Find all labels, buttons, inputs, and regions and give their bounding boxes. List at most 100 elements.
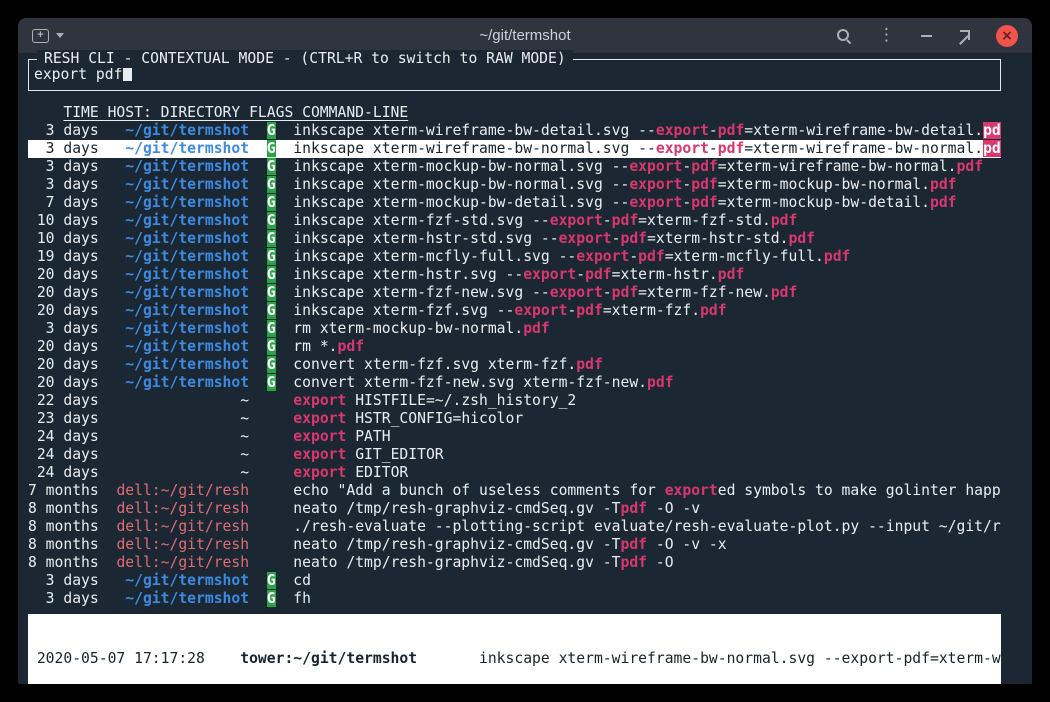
row-command-segment: inkscape xterm-fzf.svg -- bbox=[293, 302, 514, 319]
history-row[interactable]: 8 months dell:~/git/resh neato /tmp/resh… bbox=[28, 500, 1001, 518]
spacer bbox=[116, 284, 125, 301]
row-command-segment: neato /tmp/resh-graphviz-cmdSeq.gv -T bbox=[293, 554, 620, 571]
history-row[interactable]: 8 months dell:~/git/resh ./resh-evaluate… bbox=[28, 518, 1001, 536]
history-row[interactable]: 20 days ~/git/termshot G rm *.pdf bbox=[28, 338, 1001, 356]
row-time: 8 months bbox=[28, 554, 116, 571]
chevron-down-icon bbox=[56, 33, 64, 38]
row-command-segment: export bbox=[550, 284, 603, 301]
spacer bbox=[276, 140, 294, 157]
row-flag: G bbox=[267, 302, 276, 319]
history-row[interactable]: 3 days ~/git/termshot G inkscape xterm-w… bbox=[28, 122, 1001, 140]
row-directory: ~/git/termshot bbox=[125, 320, 249, 337]
row-time: 3 days bbox=[28, 158, 116, 175]
row-directory: ~/git/termshot bbox=[125, 122, 249, 139]
row-directory: ~/git/termshot bbox=[125, 230, 249, 247]
spacer bbox=[276, 410, 294, 427]
row-command-segment: export bbox=[559, 230, 612, 247]
spacer bbox=[267, 554, 276, 571]
history-row[interactable]: 3 days ~/git/termshot G rm xterm-mockup-… bbox=[28, 320, 1001, 338]
spacer bbox=[249, 572, 267, 589]
search-box: RESH CLI - CONTEXTUAL MODE - (CTRL+R to … bbox=[28, 59, 1001, 91]
history-row[interactable]: 3 days ~/git/termshot G inkscape xterm-m… bbox=[28, 176, 1001, 194]
spacer bbox=[276, 320, 294, 337]
spacer bbox=[249, 464, 267, 481]
history-row[interactable]: 10 days ~/git/termshot G inkscape xterm-… bbox=[28, 212, 1001, 230]
spacer bbox=[249, 554, 267, 571]
row-command-segment: fh bbox=[293, 590, 311, 607]
row-time: 20 days bbox=[28, 284, 116, 301]
row-command-segment: inkscape xterm-hstr-std.svg -- bbox=[293, 230, 558, 247]
spacer bbox=[276, 230, 294, 247]
history-row[interactable]: 3 days ~/git/termshot G inkscape xterm-m… bbox=[28, 158, 1001, 176]
history-row[interactable]: 7 days ~/git/termshot G inkscape xterm-m… bbox=[28, 194, 1001, 212]
row-time: 3 days bbox=[28, 320, 116, 337]
history-row[interactable]: 20 days ~/git/termshot G inkscape xterm-… bbox=[28, 266, 1001, 284]
row-time: 23 days bbox=[28, 410, 116, 427]
row-directory: ~/git/termshot bbox=[125, 572, 249, 589]
history-row[interactable]: 3 days ~/git/termshot G inkscape xterm-w… bbox=[28, 140, 1001, 158]
search-input[interactable]: export pdf bbox=[34, 66, 1000, 84]
text-cursor bbox=[123, 66, 132, 81]
close-button[interactable]: × bbox=[996, 25, 1018, 47]
spacer bbox=[249, 176, 267, 193]
spacer bbox=[276, 482, 294, 499]
spacer bbox=[116, 590, 125, 607]
row-directory: ~ bbox=[240, 392, 249, 409]
restore-button[interactable] bbox=[958, 30, 970, 42]
history-row[interactable]: 3 days ~/git/termshot G cd bbox=[28, 572, 1001, 590]
history-row[interactable]: 23 days ~ export HSTR_CONFIG=hicolor bbox=[28, 410, 1001, 428]
row-time: 8 months bbox=[28, 536, 116, 553]
minimize-button[interactable] bbox=[921, 35, 932, 37]
history-row[interactable]: 19 days ~/git/termshot G inkscape xterm-… bbox=[28, 248, 1001, 266]
new-tab-button[interactable]: + bbox=[32, 29, 64, 43]
restore-icon bbox=[958, 30, 970, 42]
row-directory: ~ bbox=[240, 446, 249, 463]
row-command-segment: PATH bbox=[346, 428, 390, 445]
spacer bbox=[116, 392, 240, 409]
row-flag: G bbox=[267, 212, 276, 229]
row-command-segment: pdf bbox=[576, 356, 603, 373]
row-time: 3 days bbox=[28, 572, 116, 589]
history-row[interactable]: 20 days ~/git/termshot G convert xterm-f… bbox=[28, 374, 1001, 392]
terminal-screen[interactable]: RESH CLI - CONTEXTUAL MODE - (CTRL+R to … bbox=[18, 54, 1032, 684]
spacer bbox=[267, 428, 276, 445]
row-directory: ~/git/termshot bbox=[125, 140, 249, 157]
row-command-segment: - bbox=[709, 140, 718, 157]
row-command-segment: convert xterm-fzf-new.svg xterm-fzf-new. bbox=[293, 374, 647, 391]
row-command-segment: pdf bbox=[771, 212, 798, 229]
row-command-segment: - bbox=[603, 284, 612, 301]
menu-button[interactable]: ⋮ bbox=[878, 27, 895, 44]
history-row[interactable]: 20 days ~/git/termshot G convert xterm-f… bbox=[28, 356, 1001, 374]
spacer bbox=[276, 500, 294, 517]
row-time: 7 months bbox=[28, 482, 116, 499]
row-command-segment: pdf bbox=[620, 230, 647, 247]
spacer bbox=[417, 650, 479, 667]
history-row[interactable]: 10 days ~/git/termshot G inkscape xterm-… bbox=[28, 230, 1001, 248]
spacer bbox=[276, 176, 294, 193]
spacer bbox=[276, 572, 294, 589]
spacer bbox=[116, 572, 125, 589]
history-row[interactable]: 24 days ~ export PATH bbox=[28, 428, 1001, 446]
row-command-segment: echo "Add a bunch of useless comments fo… bbox=[293, 482, 664, 499]
row-command-segment: pdf bbox=[930, 194, 957, 211]
row-command-segment: - bbox=[603, 212, 612, 229]
history-row[interactable]: 8 months dell:~/git/resh neato /tmp/resh… bbox=[28, 554, 1001, 572]
row-command-segment: export bbox=[656, 140, 709, 157]
history-row[interactable]: 20 days ~/git/termshot G inkscape xterm-… bbox=[28, 302, 1001, 320]
history-row[interactable]: 22 days ~ export HISTFILE=~/.zsh_history… bbox=[28, 392, 1001, 410]
row-command-segment: neato /tmp/resh-graphviz-cmdSeq.gv -T bbox=[293, 536, 620, 553]
history-row[interactable]: 24 days ~ export GIT_EDITOR bbox=[28, 446, 1001, 464]
row-command-segment: =xterm-mockup-bw-normal. bbox=[718, 176, 930, 193]
spacer bbox=[249, 356, 267, 373]
titlebar[interactable]: + ~/git/termshot ⋮ × bbox=[18, 18, 1032, 54]
row-time: 20 days bbox=[28, 374, 116, 391]
history-row[interactable]: 20 days ~/git/termshot G inkscape xterm-… bbox=[28, 284, 1001, 302]
row-directory: ~/git/termshot bbox=[125, 176, 249, 193]
history-row[interactable]: 7 months dell:~/git/resh echo "Add a bun… bbox=[28, 482, 1001, 500]
row-command-segment: pdf bbox=[691, 158, 718, 175]
history-row[interactable]: 3 days ~/git/termshot G fh bbox=[28, 590, 1001, 608]
history-row[interactable]: 8 months dell:~/git/resh neato /tmp/resh… bbox=[28, 536, 1001, 554]
spacer bbox=[267, 518, 276, 535]
search-button[interactable] bbox=[836, 28, 852, 44]
history-row[interactable]: 24 days ~ export EDITOR bbox=[28, 464, 1001, 482]
